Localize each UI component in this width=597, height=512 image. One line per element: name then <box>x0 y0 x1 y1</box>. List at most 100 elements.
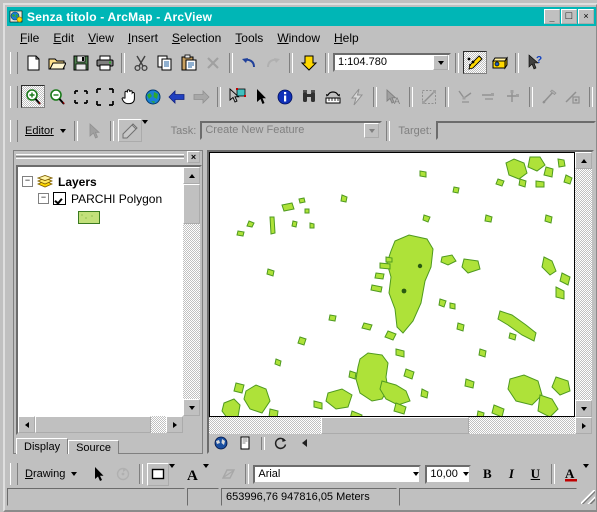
scroll-left-button[interactable] <box>18 416 35 433</box>
attributes-icon[interactable] <box>501 85 525 108</box>
delete-icon[interactable] <box>201 51 225 74</box>
measure-icon[interactable] <box>321 85 345 108</box>
maximize-button[interactable]: □ <box>561 9 577 24</box>
chevron-down-icon[interactable] <box>433 55 448 70</box>
toc-scroll-thumb[interactable] <box>183 184 200 224</box>
edit-sketch-icon[interactable] <box>417 85 441 108</box>
text-tool-icon[interactable]: A <box>183 463 203 486</box>
underline-icon[interactable]: U <box>523 463 547 486</box>
split-tool-icon[interactable] <box>453 85 477 108</box>
help-pointer-icon[interactable]: ? <box>523 51 547 74</box>
font-name-combo[interactable]: Arial <box>253 464 422 484</box>
new-document-icon[interactable] <box>21 51 45 74</box>
font-color-icon[interactable]: A <box>559 463 583 486</box>
menu-view[interactable]: View <box>81 29 121 47</box>
undo-icon[interactable] <box>237 51 261 74</box>
select-arrow-icon[interactable] <box>87 463 111 486</box>
menu-file[interactable]: FFileile <box>13 29 46 47</box>
text-tool-dropdown-arrow[interactable] <box>203 463 217 485</box>
toolbar-grip[interactable] <box>10 51 18 74</box>
sketch-pencil-icon[interactable] <box>117 119 142 142</box>
scroll-up-button[interactable] <box>183 167 200 184</box>
task-combo[interactable]: Create New Feature <box>200 121 383 140</box>
font-color-dropdown-arrow[interactable] <box>583 463 595 485</box>
toc-tab-source[interactable]: Source <box>68 440 119 454</box>
toc-tab-display[interactable]: Display <box>16 438 69 454</box>
toolbar-grip[interactable] <box>10 119 18 142</box>
editor-menu-button[interactable]: Editor <box>21 120 70 141</box>
map-vertical-scrollbar[interactable] <box>575 152 592 417</box>
full-extent-globe-icon[interactable] <box>141 85 165 108</box>
find-binoculars-icon[interactable] <box>297 85 321 108</box>
identify-icon[interactable] <box>273 85 297 108</box>
scroll-right-button[interactable] <box>575 417 592 434</box>
nudge-icon[interactable] <box>217 463 241 486</box>
add-data-icon[interactable] <box>297 51 321 74</box>
menu-edit[interactable]: Edit <box>46 29 81 47</box>
map-hscroll-thumb[interactable] <box>321 417 469 434</box>
hyperlink-lightning-icon[interactable] <box>345 85 369 108</box>
toc-layer-parchi[interactable]: − PARCHI Polygon <box>22 190 179 207</box>
chevron-down-icon[interactable] <box>364 123 380 138</box>
draw-shape-dropdown-arrow[interactable] <box>169 463 183 485</box>
toc-layer-symbol-row[interactable] <box>22 207 179 227</box>
sketch-tool-dropdown-arrow[interactable] <box>141 120 155 141</box>
layer-visibility-checkbox[interactable] <box>53 192 66 205</box>
select-features-icon[interactable] <box>225 85 249 108</box>
back-extent-icon[interactable] <box>165 85 189 108</box>
data-view-icon[interactable] <box>209 435 233 452</box>
target-combo[interactable] <box>436 121 596 140</box>
map-canvas[interactable] <box>209 152 575 417</box>
rotate-element-icon[interactable] <box>111 463 135 486</box>
pause-drawing-icon[interactable] <box>293 435 317 452</box>
rotate-tool-icon[interactable] <box>477 85 501 108</box>
refresh-view-icon[interactable] <box>269 435 293 452</box>
pan-hand-icon[interactable] <box>117 85 141 108</box>
forward-extent-icon[interactable] <box>189 85 213 108</box>
fixed-zoom-out-icon[interactable] <box>93 85 117 108</box>
toc-hscroll-thumb[interactable] <box>35 416 151 433</box>
toolbar-grip[interactable] <box>10 463 18 485</box>
map-horizontal-scrollbar[interactable] <box>209 417 592 434</box>
chevron-down-icon[interactable] <box>463 472 470 476</box>
draw-rectangle-icon[interactable] <box>147 462 170 486</box>
menu-tools[interactable]: Tools <box>228 29 270 47</box>
menu-selection[interactable]: Selection <box>165 29 228 47</box>
redo-icon[interactable] <box>261 51 285 74</box>
menu-insert[interactable]: Insert <box>121 29 165 47</box>
scroll-up-button[interactable] <box>575 152 592 169</box>
toc-close-button[interactable]: × <box>187 151 200 163</box>
open-folder-icon[interactable] <box>45 51 69 74</box>
print-icon[interactable] <box>93 51 117 74</box>
scroll-down-button[interactable] <box>183 399 200 416</box>
close-button[interactable]: × <box>578 9 594 24</box>
edit-arrow-icon[interactable] <box>82 119 106 142</box>
zoom-in-icon[interactable] <box>21 85 45 108</box>
toc-horizontal-scrollbar[interactable] <box>18 416 183 433</box>
scroll-right-button[interactable] <box>166 416 183 433</box>
toc-drag-grip[interactable] <box>16 154 184 160</box>
fixed-zoom-in-icon[interactable] <box>69 85 93 108</box>
expander-icon[interactable]: − <box>38 193 49 204</box>
cut-icon[interactable] <box>129 51 153 74</box>
layer-symbol-swatch[interactable] <box>78 210 100 224</box>
trace-tool-icon[interactable] <box>537 85 561 108</box>
expander-icon[interactable]: − <box>22 176 33 187</box>
italic-icon[interactable]: I <box>499 463 523 486</box>
scroll-down-button[interactable] <box>575 400 592 417</box>
save-icon[interactable] <box>69 51 93 74</box>
editor-toolbar-icon[interactable] <box>463 51 487 74</box>
zoom-out-icon[interactable] <box>45 85 69 108</box>
window-resize-grip[interactable] <box>581 490 595 504</box>
bold-icon[interactable]: B <box>475 463 499 486</box>
layout-view-icon[interactable] <box>233 435 257 452</box>
chevron-down-icon[interactable] <box>413 472 420 476</box>
toolbar-grip[interactable] <box>10 85 18 108</box>
edit-tool-icon[interactable]: A <box>381 85 405 108</box>
arctoolbox-icon[interactable] <box>487 51 511 74</box>
copy-icon[interactable] <box>153 51 177 74</box>
minimize-button[interactable]: _ <box>544 9 560 24</box>
drawing-menu-button[interactable]: Drawing <box>21 464 81 485</box>
select-elements-icon[interactable] <box>249 85 273 108</box>
toc-vertical-scrollbar[interactable] <box>183 167 200 416</box>
